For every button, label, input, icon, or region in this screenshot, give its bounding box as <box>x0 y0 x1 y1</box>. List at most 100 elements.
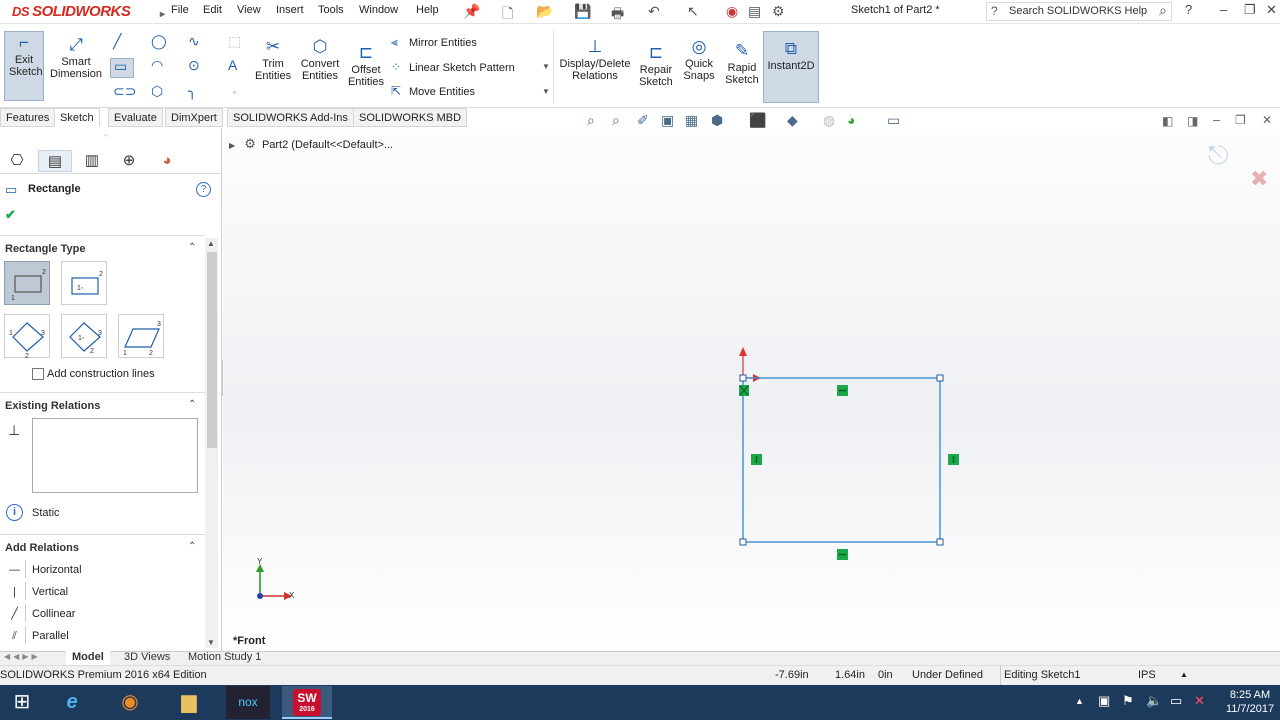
vertical-relation-icon[interactable] <box>751 454 762 465</box>
mirror-entities-button[interactable]: ⫷ Mirror Entities <box>391 35 477 50</box>
property-manager-tab-icon[interactable]: ▤ <box>38 150 72 172</box>
viewport-expand-icon[interactable]: ◨ <box>1187 114 1198 128</box>
existing-relations-list[interactable] <box>32 418 198 493</box>
circle-icon[interactable]: ◯ <box>151 34 167 48</box>
3-point-corner-rectangle-option[interactable]: 1 3 2 <box>4 314 50 359</box>
search-input[interactable]: ? Search SOLIDWORKS Help ⌕ <box>986 2 1172 21</box>
scroll-down-icon[interactable]: ▼ <box>207 638 215 647</box>
3-point-center-rectangle-option[interactable]: 1◦ 3 2 <box>61 314 107 358</box>
tab-features[interactable]: Features <box>0 108 56 127</box>
network-icon[interactable]: ▣ <box>1098 693 1110 709</box>
help-circle-icon[interactable]: ? <box>196 182 211 197</box>
text-icon[interactable]: A <box>228 58 237 72</box>
quick-snaps-button[interactable]: ◎ Quick Snaps <box>680 36 718 86</box>
spline-icon[interactable]: ∿ <box>188 34 200 48</box>
menu-view[interactable]: View <box>237 4 261 16</box>
scroll-up-icon[interactable]: ▲ <box>207 239 215 248</box>
relation-collinear[interactable]: ╱ Collinear <box>4 604 204 624</box>
view-orientation-icon[interactable]: ⬢ <box>711 112 723 129</box>
pattern-dropdown-icon[interactable]: ▼ <box>542 62 550 71</box>
viewport-restore-icon[interactable]: ❐ <box>1235 113 1246 127</box>
tab-dimxpert[interactable]: DimXpert <box>165 108 223 127</box>
tab-evaluate[interactable]: Evaluate <box>108 108 163 127</box>
tab-motion-study[interactable]: Motion Study 1 <box>182 651 267 665</box>
menu-window[interactable]: Window <box>359 4 398 16</box>
logo-arrow-icon[interactable]: ▸ <box>160 5 165 25</box>
smart-dimension-button[interactable]: ⤢ Smart Dimension <box>50 34 102 84</box>
horizontal-relation-icon[interactable] <box>837 385 848 396</box>
volume-icon[interactable]: 🔈 <box>1146 693 1162 709</box>
convert-entities-button[interactable]: ⬡ Convert Entities <box>298 36 342 86</box>
tab-addins[interactable]: SOLIDWORKS Add-Ins <box>227 108 354 127</box>
add-relations-collapse-icon[interactable]: ⌃ <box>188 541 196 552</box>
slot-straight-icon[interactable]: ⊂⊃ <box>113 84 136 98</box>
select-icon[interactable]: ↖ <box>687 3 699 20</box>
save-icon[interactable]: 💾 <box>574 3 591 20</box>
panel-grip-icon[interactable]: ◦ <box>104 130 107 140</box>
restore-icon[interactable]: ❐ <box>1244 2 1256 18</box>
fillet-icon[interactable]: ╮ <box>188 84 196 98</box>
file-explorer-icon[interactable]: ▆ <box>167 686 211 719</box>
options-icon[interactable]: ⚙ <box>772 3 785 20</box>
solidworks-taskbar-button[interactable]: SW 2016 <box>282 686 332 719</box>
input-icon[interactable]: ▭ <box>1170 693 1182 709</box>
minimize-icon[interactable]: – <box>1220 2 1227 17</box>
relation-horizontal[interactable]: — Horizontal <box>4 560 204 580</box>
search-icon[interactable]: ⌕ <box>1159 2 1167 19</box>
corner-point[interactable] <box>936 538 944 546</box>
corner-rectangle-option[interactable]: 21 <box>4 261 50 305</box>
close-icon[interactable]: ✕ <box>1266 2 1277 18</box>
edit-appearance-icon[interactable]: ◍ <box>823 112 835 129</box>
zoom-to-fit-icon[interactable]: ⌕ <box>587 112 595 129</box>
corner-point[interactable] <box>936 374 944 382</box>
solidworks-logo[interactable]: DS SOLIDWORKS ▸ <box>12 2 165 22</box>
undo-icon[interactable]: ↶ <box>648 3 660 20</box>
feature-tree-tab-icon[interactable]: ⎔ <box>0 150 34 172</box>
trim-entities-button[interactable]: ✂ Trim Entities <box>252 36 294 86</box>
ellipse-icon[interactable]: ⊙ <box>188 58 200 72</box>
sketch-rectangle[interactable] <box>742 377 941 543</box>
firefox-icon[interactable]: ◉ <box>108 686 152 719</box>
relation-parallel[interactable]: ⫽ Parallel <box>4 626 204 646</box>
rebuild-icon[interactable]: ◉ <box>726 3 738 20</box>
dimxpert-tab-icon[interactable]: ⊕ <box>112 150 146 172</box>
tab-3d-views[interactable]: 3D Views <box>118 651 176 665</box>
rectangle-icon[interactable]: ▭ <box>110 58 134 78</box>
units-dropdown-icon[interactable]: ▲ <box>1180 665 1188 685</box>
hide-show-icon[interactable]: ◆ <box>787 112 798 129</box>
configuration-tab-icon[interactable]: ▥ <box>75 150 109 172</box>
tab-scroll-arrows-icon[interactable]: ◀◀▶▶ <box>4 652 41 661</box>
viewport-minimize-icon[interactable]: – <box>1213 112 1220 127</box>
system-clock[interactable]: 8:25 AM 11/7/2017 <box>1222 688 1278 716</box>
vertical-relation-icon[interactable] <box>948 454 959 465</box>
parallelogram-option[interactable]: 3 1 2 <box>118 314 164 358</box>
display-delete-relations-button[interactable]: ⊥ Display/Delete Relations <box>558 36 632 86</box>
viewport-close-icon[interactable]: ✕ <box>1262 113 1272 127</box>
scene-icon[interactable]: ◕ <box>847 112 855 128</box>
units-selector[interactable]: IPS <box>1138 665 1156 685</box>
horizontal-relation-icon[interactable] <box>837 549 848 560</box>
windows-start-icon[interactable]: ⊞ <box>0 686 44 719</box>
nox-icon[interactable]: nox <box>226 686 270 719</box>
zoom-area-icon[interactable]: ⌕ <box>612 112 620 129</box>
menu-tools[interactable]: Tools <box>318 4 344 16</box>
relation-vertical[interactable]: | Vertical <box>4 582 204 602</box>
polygon-icon[interactable]: ⬡ <box>151 84 163 98</box>
panel-scrollbar-thumb[interactable] <box>207 252 217 448</box>
move-dropdown-icon[interactable]: ▼ <box>542 87 550 96</box>
section-view-icon[interactable]: ▣ <box>661 112 674 129</box>
open-icon[interactable]: 📂 <box>536 3 553 20</box>
corner-point[interactable] <box>739 374 747 382</box>
slot-icon[interactable]: ◠ <box>151 58 163 72</box>
repair-sketch-button[interactable]: ⊏ Repair Sketch <box>636 42 676 92</box>
battery-warning-icon[interactable]: ✕ <box>1194 693 1205 709</box>
instant2d-button[interactable]: ⧉ Instant2D <box>763 31 819 103</box>
tab-sketch[interactable]: Sketch <box>54 108 100 127</box>
previous-view-icon[interactable]: ✐ <box>637 112 649 129</box>
tab-model[interactable]: Model <box>66 651 110 665</box>
appearance-tab-icon[interactable]: ◕ <box>150 150 184 172</box>
move-entities-button[interactable]: ⇱ Move Entities <box>391 84 475 99</box>
construction-lines-checkbox[interactable] <box>32 368 44 380</box>
dynamic-annotation-icon[interactable]: ▦ <box>685 112 698 129</box>
linear-sketch-pattern-button[interactable]: ⁘ Linear Sketch Pattern <box>391 60 515 75</box>
